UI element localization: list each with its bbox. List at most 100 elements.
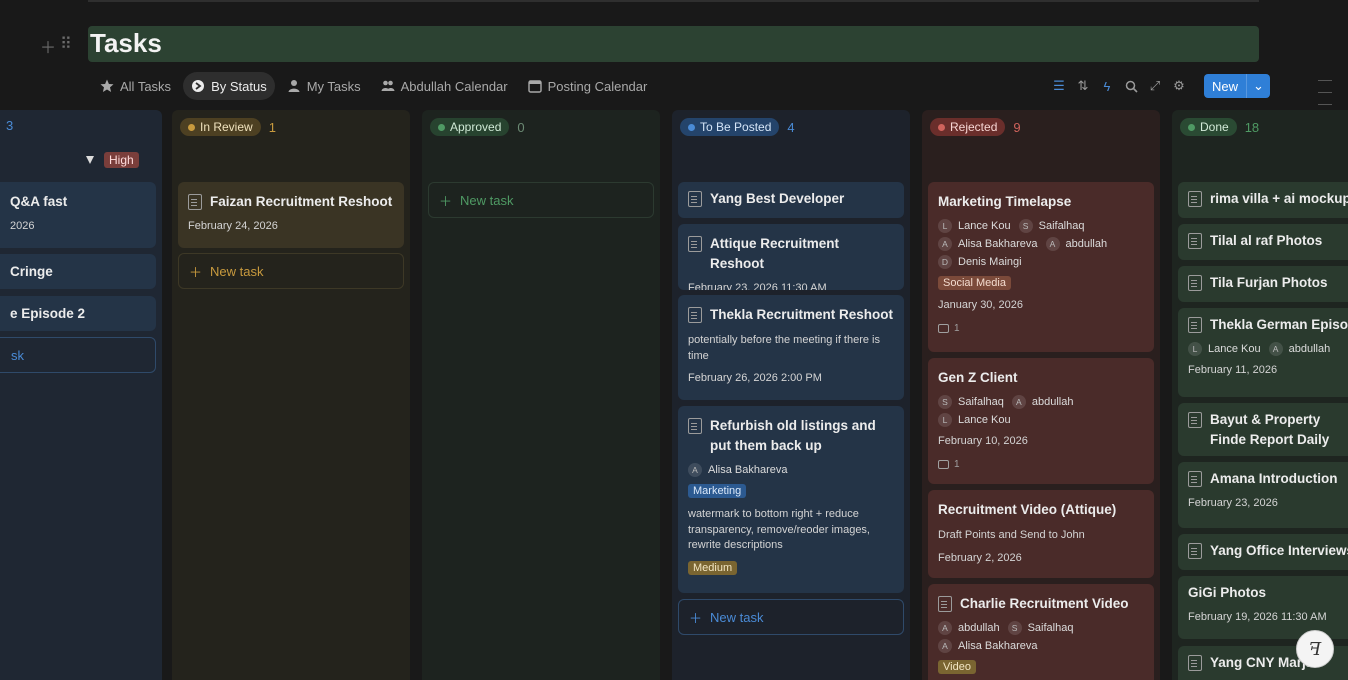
tab-posting-calendar[interactable]: Posting Calendar [520, 72, 656, 100]
new-button[interactable]: New ⌄ [1204, 74, 1270, 98]
plus-icon: ＋ [439, 193, 453, 209]
sort-icon[interactable]: ⇅ [1074, 74, 1092, 98]
avatar: A [938, 639, 952, 653]
avatar: A [688, 463, 702, 477]
task-card[interactable]: Tila Furjan Photos [1178, 266, 1348, 302]
settings-icon[interactable]: ⚙ [1170, 74, 1188, 98]
column-count: 1 [268, 119, 276, 135]
new-task-button[interactable]: ＋ New task [178, 253, 404, 289]
assignee: A Alisa Bakhareva [688, 463, 788, 477]
card-title: Recruitment Video (Attique) [938, 502, 1117, 517]
card-title: Q&A fast [10, 194, 68, 209]
task-card[interactable]: Amana Introduction February 23, 2026 [1178, 462, 1348, 528]
task-card[interactable]: Yang Office Interviews [1178, 534, 1348, 570]
card-title: Attique Recruitment Reshoot [710, 236, 840, 271]
page-title[interactable]: Tasks [90, 28, 162, 59]
column-done: Done 18 rima villa + ai mockups Tilal al… [1172, 110, 1348, 680]
task-card[interactable]: e Episode 2 [0, 296, 156, 331]
task-card[interactable]: Charlie Recruitment Video Aabdullah S Sai… [928, 584, 1154, 680]
task-card[interactable]: Thekla Recruitment Reshoot potentially b… [678, 295, 904, 400]
expand-icon[interactable]: ⤢ [1146, 74, 1164, 98]
tag-badge: Marketing [688, 484, 747, 498]
card-title: Thekla Recruitment Reshoot [710, 307, 894, 322]
assignee-list: L Lance Kou Aabdullah [1188, 342, 1348, 356]
new-button-label[interactable]: New [1204, 74, 1246, 98]
drag-handle-icon[interactable]: ⠿ [60, 34, 72, 58]
new-task-button[interactable]: sk [0, 337, 156, 373]
column-header: In Review 1 [180, 118, 276, 136]
task-card[interactable]: Refurbish old listings and put them back… [678, 406, 904, 593]
new-task-label: New task [710, 609, 764, 625]
tab-label: My Tasks [306, 78, 361, 94]
assignee: S Saifalhaq [1018, 219, 1085, 233]
document-icon [1188, 275, 1202, 291]
column-header: Rejected 9 [930, 118, 1021, 136]
assignee-name: Alisa Bakhareva [958, 238, 1038, 250]
task-card[interactable]: Thekla German Episod L Lance Kou Aabdulla… [1178, 308, 1348, 397]
automation-icon[interactable]: ϟ [1098, 74, 1116, 98]
task-card[interactable]: GiGi Photos February 19, 2026 11:30 AM [1178, 576, 1348, 639]
assignee-name: Denis Maingi [958, 256, 1022, 268]
comment-icon [938, 460, 949, 469]
card-description: watermark to bottom right + reduce trans… [688, 508, 870, 551]
avatar: A [1011, 395, 1026, 409]
tag-badge: Video [938, 660, 976, 674]
card-date: February 19, 2026 11:30 AM [1188, 611, 1327, 623]
assignee: Aabdullah [1011, 395, 1073, 409]
card-title: rima villa + ai mockups [1210, 191, 1348, 206]
tab-my-tasks[interactable]: My Tasks [279, 72, 369, 100]
task-card[interactable]: Cringe [0, 254, 156, 289]
assignee: Aabdullah [1268, 342, 1330, 356]
assignee: S Saifalhaq [938, 395, 1004, 409]
status-dot-icon [188, 123, 195, 131]
avatar: S [1018, 219, 1033, 233]
assignee-name: Saifalhaq [1038, 220, 1085, 232]
assignee: D Denis Maingi [938, 255, 1022, 269]
card-date: February 2, 2026 [938, 551, 1022, 564]
avatar: D [938, 255, 952, 269]
column-header: Done 18 [1180, 118, 1259, 136]
add-block-icon[interactable]: ＋ [40, 34, 56, 58]
task-card[interactable]: Tilal al raf Photos [1178, 224, 1348, 260]
title-bar[interactable]: Tasks [88, 26, 1259, 62]
search-icon[interactable] [1122, 74, 1140, 98]
filter-icon[interactable]: ☰ [1050, 74, 1068, 98]
avatar: L [938, 413, 952, 427]
help-assistant-icon[interactable]: ꟻ [1296, 630, 1334, 668]
tab-all-tasks[interactable]: All Tasks [92, 72, 179, 100]
new-task-label: New task [460, 192, 514, 208]
tab-abdullah-calendar[interactable]: Abdullah Calendar [373, 72, 516, 100]
task-card[interactable]: rima villa + ai mockups [1178, 182, 1348, 218]
card-title: Marketing Timelapse [938, 194, 1072, 209]
block-handle[interactable]: ＋ ⠿ [40, 34, 72, 58]
assignee-name: abdullah [958, 622, 1000, 634]
task-card[interactable]: Faizan Recruitment Reshoot February 24, … [178, 182, 404, 248]
task-card[interactable]: Attique Recruitment Reshoot February 23,… [678, 224, 904, 290]
task-card[interactable]: Marketing Timelapse L Lance Kou S Saifalha… [928, 182, 1154, 352]
new-task-button[interactable]: ＋ New task [678, 599, 904, 635]
document-icon [1188, 655, 1202, 671]
status-icon [192, 80, 205, 92]
assignee-name: abdullah [1065, 238, 1108, 250]
column-header: 3 [6, 118, 13, 133]
document-icon [1188, 543, 1202, 559]
card-date: February 24, 2026 [188, 220, 278, 232]
group-header-high[interactable]: High [86, 152, 139, 168]
task-card[interactable]: Recruitment Video (Attique) Draft Points… [928, 490, 1154, 578]
avatar: A [938, 621, 952, 635]
assignee: S Saifalhaq [1007, 621, 1073, 635]
comment-count: 1 [938, 323, 1144, 334]
task-card[interactable]: Q&A fast 2026 [0, 182, 156, 248]
status-label: In Review [200, 120, 253, 134]
task-card[interactable]: Yang Best Developer [678, 182, 904, 218]
task-card[interactable]: Bayut & Property Finde Report Daily [1178, 403, 1348, 456]
card-date: February 23, 2026 11:30 AM [688, 282, 827, 290]
collapse-triangle-icon[interactable] [86, 156, 94, 164]
task-card[interactable]: Gen Z Client S Saifalhaq Aabdullah L Lance… [928, 358, 1154, 484]
document-icon [1188, 233, 1202, 249]
assignee: L Lance Kou [1188, 342, 1261, 356]
comment-count: 1 [938, 459, 1144, 470]
tab-by-status[interactable]: By Status [183, 72, 275, 100]
new-task-button[interactable]: ＋ New task [428, 182, 654, 218]
chevron-down-icon[interactable]: ⌄ [1246, 74, 1270, 98]
